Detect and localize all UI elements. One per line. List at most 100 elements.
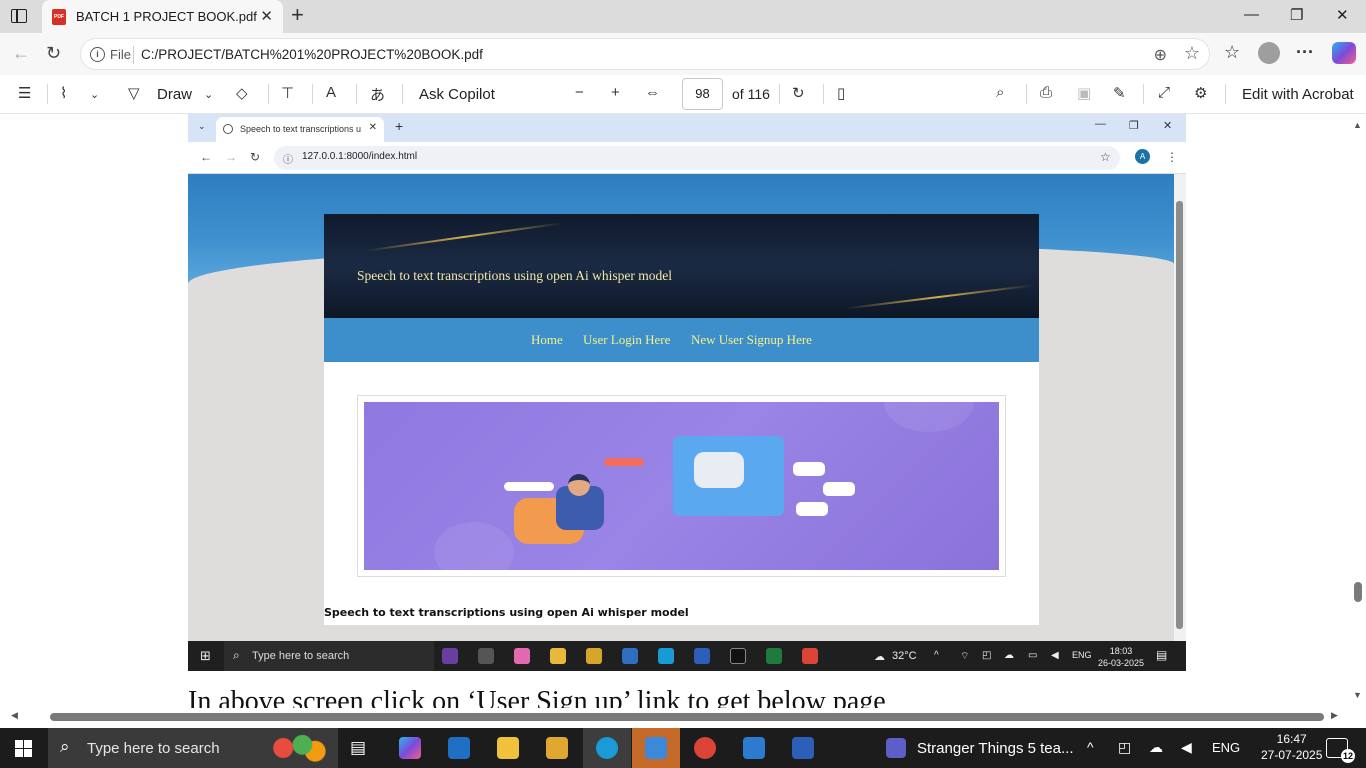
- contents-icon[interactable]: ☰: [18, 84, 31, 102]
- translate-icon[interactable]: あ: [370, 84, 385, 105]
- fit-page-icon[interactable]: ⇔: [645, 84, 660, 101]
- edit-with-acrobat-button[interactable]: Edit with Acrobat: [1242, 86, 1354, 103]
- tab-pdf[interactable]: PDF BATCH 1 PROJECT BOOK.pdf ✕: [42, 0, 283, 33]
- chevron-down-icon[interactable]: ⌄: [90, 88, 99, 101]
- scroll-left-icon[interactable]: ◀: [11, 710, 18, 721]
- ask-copilot-button[interactable]: Ask Copilot: [419, 86, 495, 103]
- volume-icon[interactable]: ◀: [1181, 739, 1192, 756]
- inner-webpage: Speech to text transcriptions using open…: [188, 174, 1174, 641]
- eraser-icon[interactable]: ◇: [236, 84, 248, 102]
- copilot-icon[interactable]: [1332, 42, 1356, 64]
- inner-clock: 18:03 26-03-2025: [1098, 645, 1144, 669]
- forward-icon: →: [225, 150, 237, 164]
- minimize-button[interactable]: —: [1244, 6, 1259, 23]
- divider: [823, 84, 824, 104]
- microsoft-store-icon[interactable]: [546, 737, 568, 759]
- scroll-up-icon[interactable]: ▲: [1353, 120, 1362, 130]
- favorites-icon[interactable]: ☆: [1224, 42, 1240, 63]
- url-text[interactable]: C:/PROJECT/BATCH%201%20PROJECT%20BOOK.pd…: [141, 47, 483, 62]
- save-as-icon[interactable]: ✎: [1113, 84, 1126, 102]
- task-view-icon[interactable]: ▤: [350, 738, 366, 758]
- search-icon[interactable]: ⌕: [996, 84, 1004, 101]
- zoom-icon[interactable]: ⊕: [1154, 45, 1167, 65]
- scroll-down-icon[interactable]: ▼: [1353, 690, 1362, 700]
- restore-button[interactable]: ❐: [1290, 6, 1303, 24]
- weather-temp: 32°C: [892, 650, 917, 662]
- close-window-button[interactable]: ✕: [1336, 6, 1349, 24]
- divider: [356, 84, 357, 104]
- word-icon: [694, 648, 710, 664]
- vertical-scrollbar[interactable]: ▲ ▼: [1346, 114, 1366, 708]
- meet-icon[interactable]: ◰: [1118, 739, 1131, 756]
- fullscreen-icon[interactable]: ⤢: [1158, 84, 1170, 101]
- text-box-icon[interactable]: ⊤: [281, 84, 294, 102]
- favorite-star-icon[interactable]: ☆: [1184, 43, 1200, 64]
- word-icon[interactable]: [792, 737, 814, 759]
- hero-frame: [357, 395, 1006, 577]
- zoom-in-icon[interactable]: +: [611, 84, 620, 101]
- zoom-out-icon[interactable]: −: [575, 84, 584, 101]
- outlook-icon: [622, 648, 638, 664]
- file-explorer-icon[interactable]: [497, 737, 519, 759]
- taskbar-search[interactable]: ⌕ Type here to search: [48, 728, 338, 768]
- divider: [779, 84, 780, 104]
- search-highlight-image: [264, 732, 328, 764]
- new-tab-button[interactable]: +: [291, 4, 304, 26]
- more-menu-icon[interactable]: ···: [1296, 42, 1314, 63]
- person-graphic: [514, 474, 644, 544]
- read-aloud-icon[interactable]: A: [326, 84, 336, 101]
- profile-avatar[interactable]: [1258, 42, 1280, 64]
- address-row: ← ↻ i File C:/PROJECT/BATCH%201%20PROJEC…: [0, 33, 1366, 75]
- print-icon[interactable]: ⎙: [1040, 84, 1052, 101]
- close-tab-icon[interactable]: ✕: [260, 7, 273, 25]
- hero-illustration: [364, 402, 999, 570]
- scroll-right-icon[interactable]: ▶: [1331, 710, 1338, 721]
- notification-icon: ▤: [1156, 648, 1168, 662]
- refresh-button[interactable]: ↻: [46, 43, 61, 64]
- snipping-tool-icon[interactable]: [645, 737, 667, 759]
- outlook-icon[interactable]: [448, 737, 470, 759]
- info-icon[interactable]: i: [90, 47, 105, 62]
- horizontal-scroll-thumb[interactable]: [50, 713, 1324, 721]
- settings-gear-icon[interactable]: ⚙: [1194, 84, 1207, 102]
- chevron-up-icon[interactable]: ^: [1087, 739, 1094, 755]
- reload-icon: ↻: [250, 150, 261, 164]
- save-icon[interactable]: ▣: [1077, 84, 1091, 102]
- page-view-icon[interactable]: ▯: [837, 84, 845, 102]
- taskbar-clock[interactable]: 16:47 27-07-2025: [1261, 731, 1322, 763]
- close-icon: ✕: [368, 122, 377, 133]
- copilot-app-icon[interactable]: [399, 737, 421, 759]
- tab-actions-icon[interactable]: [11, 9, 27, 23]
- vertical-scroll-thumb[interactable]: [1354, 582, 1362, 602]
- back-button[interactable]: ←: [12, 43, 30, 64]
- onedrive-icon[interactable]: ☁: [1149, 739, 1163, 756]
- media-title[interactable]: Stranger Things 5 tea...: [917, 740, 1073, 757]
- robot-graphic: [694, 452, 744, 488]
- horizontal-scrollbar[interactable]: ◀ ▶: [0, 708, 1346, 726]
- taskbar-date: 27-07-2025: [1261, 748, 1323, 762]
- start-button[interactable]: [15, 740, 32, 757]
- notification-center-icon[interactable]: 12: [1326, 738, 1355, 763]
- address-bar[interactable]: i File C:/PROJECT/BATCH%201%20PROJECT%20…: [80, 38, 1210, 70]
- language-indicator[interactable]: ENG: [1212, 740, 1240, 755]
- edge-icon[interactable]: [596, 737, 618, 759]
- taskbar-time: 16:47: [1276, 732, 1307, 746]
- inner-time: 18:03: [1109, 646, 1133, 656]
- draw-icon[interactable]: ▽: [128, 84, 140, 102]
- page-number-input[interactable]: 98: [682, 78, 723, 110]
- inner-tab: Speech to text transcriptions u ✕: [216, 117, 384, 142]
- draw-label[interactable]: Draw: [157, 86, 192, 103]
- rotate-icon[interactable]: ↻: [792, 84, 805, 102]
- chevron-down-icon[interactable]: ⌄: [204, 88, 213, 101]
- new-tab-icon: +: [395, 118, 404, 134]
- chrome-icon: [802, 648, 818, 664]
- highlight-icon[interactable]: ⌇: [60, 84, 67, 102]
- media-play-icon[interactable]: [886, 738, 906, 758]
- chrome-icon[interactable]: [694, 737, 716, 759]
- inner-search-placeholder: Type here to search: [252, 650, 350, 662]
- site-nav: Home User Login Here New User Signup Her…: [324, 318, 1039, 362]
- vscode-icon[interactable]: [743, 737, 765, 759]
- inner-scrollbar: [1174, 174, 1186, 641]
- document-caption: In above screen click on ‘User Sign up’ …: [188, 686, 886, 708]
- pdf-viewer[interactable]: ⌄ Speech to text transcriptions u ✕ + — …: [0, 114, 1346, 708]
